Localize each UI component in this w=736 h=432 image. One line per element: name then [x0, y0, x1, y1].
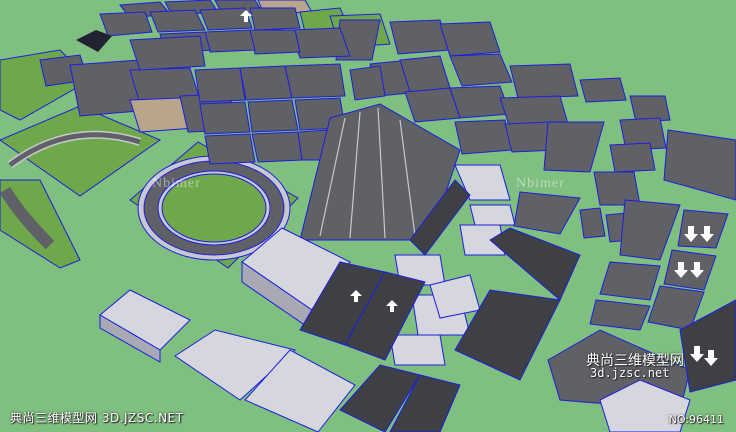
- faint-watermark: Nbimer: [152, 176, 201, 191]
- site-watermark: 典尚三维模型网 3D.JZSC.NET: [10, 411, 184, 425]
- model-id-label: NO:96411: [668, 413, 724, 426]
- brand-watermark-line2: 3d.jzsc.net: [590, 366, 670, 380]
- faint-watermark: Nbimer: [516, 176, 565, 191]
